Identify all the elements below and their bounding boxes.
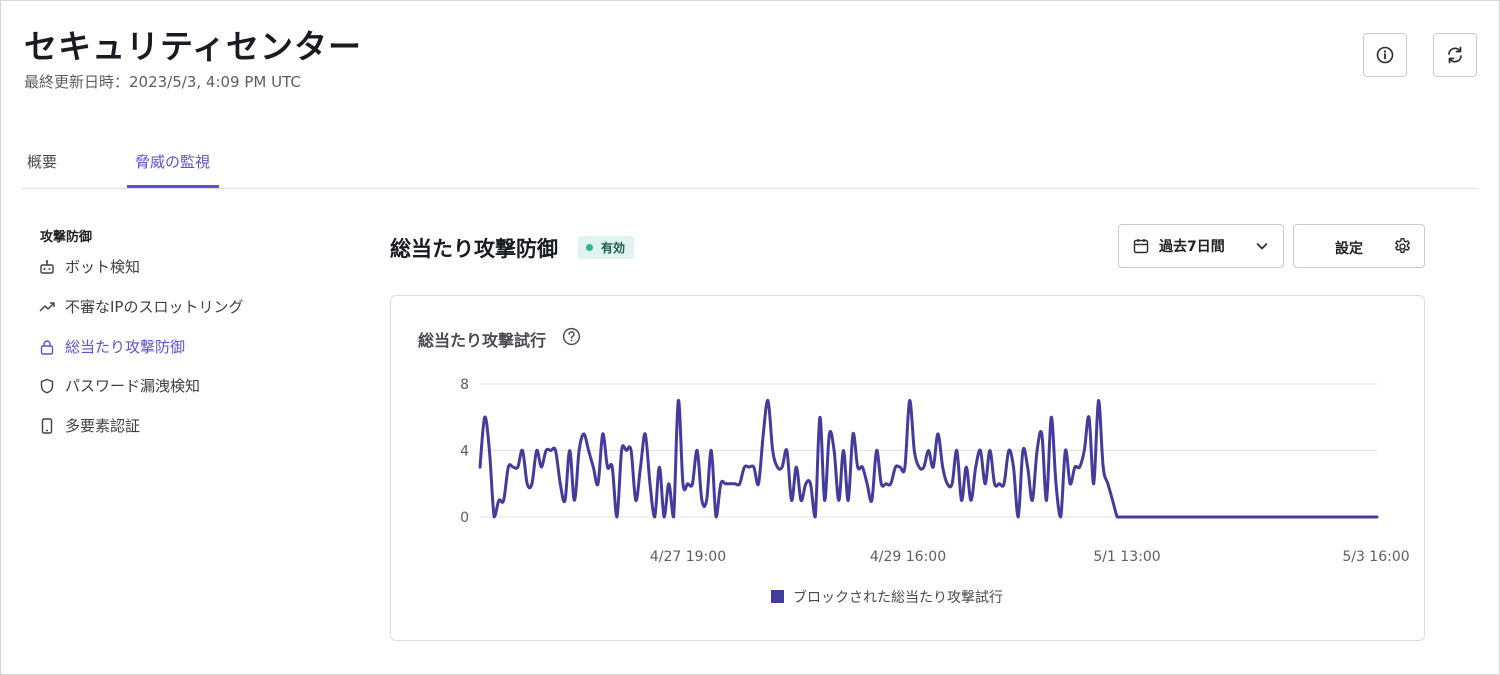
shield-icon [39, 378, 55, 394]
calendar-icon [1133, 239, 1149, 254]
sidebar-item-label: 多要素認証 [65, 417, 141, 435]
sidebar-item-ip-throttling[interactable]: 不審なIPのスロットリング [39, 296, 243, 317]
date-range-select[interactable]: 過去7日間 [1118, 224, 1284, 268]
section-title: 総当たり攻撃防御 [390, 237, 558, 261]
settings-label: 設定 [1335, 241, 1363, 257]
tab-bar: 概要 脅威の監視 [22, 145, 1478, 189]
robot-icon [39, 259, 55, 275]
chart-card: 総当たり攻撃試行 048 4/27 19:00 4/29 16:00 5/1 13:… [390, 295, 1425, 641]
line-chart: 0 4 8 4/27 19:00 4/29 16:00 5/1 13:00 5/3 16:… [460, 377, 1410, 606]
trend-up-icon [39, 299, 55, 315]
phone-icon [39, 417, 55, 434]
refresh-button[interactable] [1433, 33, 1477, 77]
legend-label[interactable]: ブロックされた総当たり攻撃試行 [793, 589, 1003, 606]
status-label: 有効 [601, 241, 626, 255]
info-button[interactable] [1363, 33, 1407, 77]
info-icon [1376, 46, 1394, 64]
lock-icon [39, 339, 55, 355]
chevron-down-icon [1256, 243, 1268, 250]
sidebar-item-label: ボット検知 [65, 258, 141, 276]
status-dot [586, 244, 593, 251]
x-tick-label: 5/3 16:00 [1342, 549, 1409, 565]
sidebar-item-mfa[interactable]: 多要素認証 [39, 415, 140, 436]
sidebar-heading: 攻撃防御 [40, 230, 93, 245]
y-tick-label: 8 [460, 377, 469, 393]
x-tick-label: 5/1 13:00 [1093, 549, 1160, 565]
page-title: セキュリティセンター [24, 27, 363, 66]
y-tick-label: 0 [460, 510, 469, 526]
tab-overview[interactable]: 概要 [27, 151, 57, 172]
settings-button[interactable]: 設定 [1293, 224, 1425, 268]
legend-swatch [771, 590, 784, 603]
sidebar-item-label: 不審なIPのスロットリング [65, 298, 244, 316]
last-updated-text: 最終更新日時：2023/5/3, 4:09 PM UTC [24, 73, 301, 91]
tab-threat-monitoring[interactable]: 脅威の監視 [135, 151, 210, 172]
series-line [478, 399, 1379, 519]
active-tab-indicator [127, 185, 219, 188]
sidebar-item-label: パスワード漏洩検知 [65, 377, 201, 395]
gear-icon [1395, 237, 1410, 254]
x-tick-label: 4/27 19:00 [650, 549, 726, 565]
sidebar-item-label: 総当たり攻撃防御 [65, 338, 186, 356]
sidebar-item-bot-detection[interactable]: ボット検知 [39, 256, 140, 277]
date-range-label: 過去7日間 [1159, 239, 1225, 255]
x-tick-label: 4/29 16:00 [870, 549, 946, 565]
status-badge: 有効 [578, 236, 635, 259]
sidebar-item-password-leak[interactable]: パスワード漏洩検知 [39, 375, 200, 396]
sidebar-item-brute-force[interactable]: 総当たり攻撃防御 [39, 336, 185, 357]
y-tick-label: 4 [460, 444, 469, 460]
refresh-icon [1448, 46, 1462, 64]
